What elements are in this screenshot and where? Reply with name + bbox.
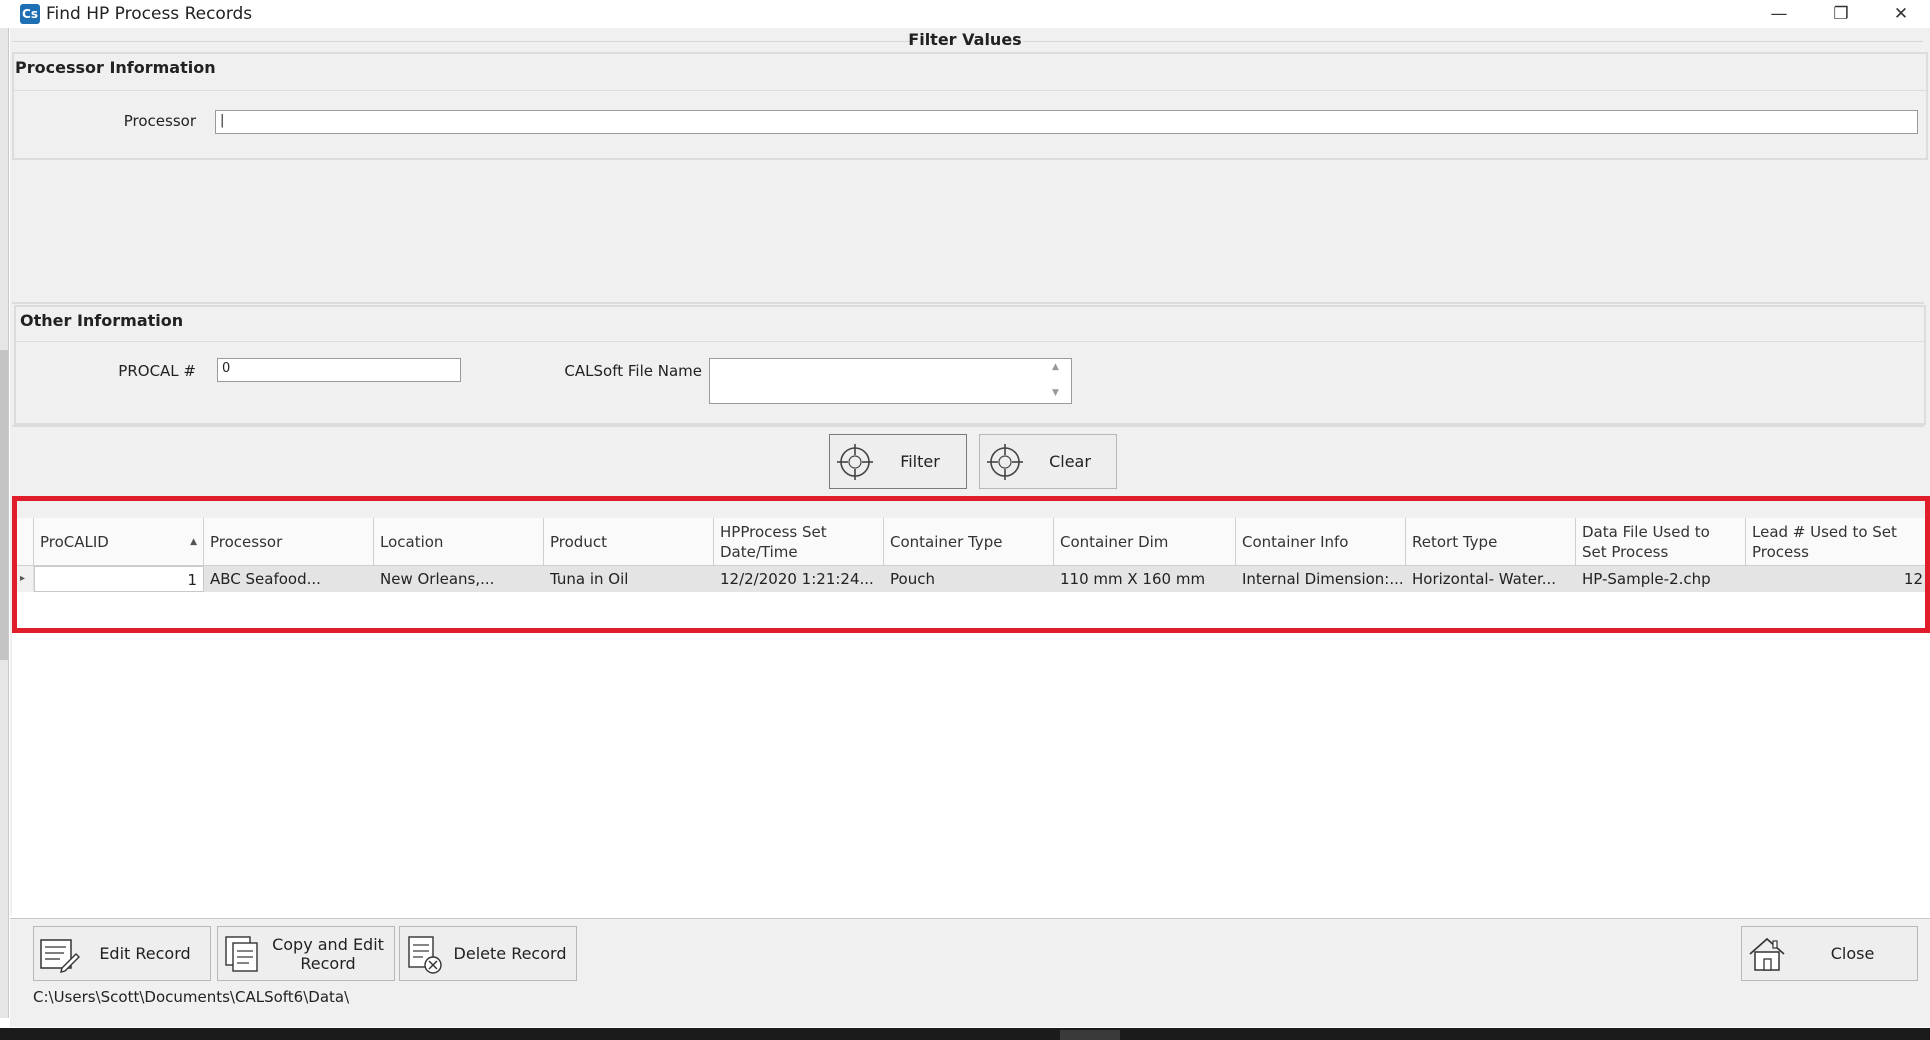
delete-document-icon xyxy=(408,935,442,974)
target-icon xyxy=(987,443,1023,480)
edit-record-button[interactable]: Edit Record xyxy=(33,926,211,981)
clear-button[interactable]: Clear xyxy=(979,434,1117,489)
other-info-title: Other Information xyxy=(20,311,184,330)
procal-label: PROCAL # xyxy=(118,362,196,380)
minimize-button[interactable]: — xyxy=(1752,0,1806,28)
taskbar-item[interactable] xyxy=(1060,1030,1120,1040)
copy-edit-record-button[interactable]: Copy and Edit Record xyxy=(217,926,395,981)
edit-record-label: Edit Record xyxy=(99,944,191,963)
close-button[interactable]: Close xyxy=(1741,926,1918,981)
left-scrollbar[interactable] xyxy=(0,350,8,660)
copy-document-icon xyxy=(225,935,258,972)
delete-record-label: Delete Record xyxy=(453,944,567,963)
processor-info-title: Processor Information xyxy=(15,58,216,77)
procal-input[interactable]: 0 xyxy=(217,358,461,382)
delete-record-button[interactable]: Delete Record xyxy=(399,926,577,981)
filter-button[interactable]: Filter xyxy=(829,434,967,489)
clear-button-label: Clear xyxy=(1049,452,1091,471)
edit-document-icon xyxy=(40,938,80,973)
app-icon: Cs xyxy=(20,4,40,24)
processor-info-group xyxy=(12,52,1928,160)
filter-button-label: Filter xyxy=(900,452,940,471)
close-window-button[interactable]: ✕ xyxy=(1874,0,1928,28)
empty-filter-area xyxy=(12,160,1924,304)
window-title: Find HP Process Records xyxy=(46,4,253,24)
scroll-down-arrow[interactable]: ▼ xyxy=(1052,388,1059,398)
copy-edit-record-label: Copy and Edit Record xyxy=(272,934,384,973)
calsoft-file-input[interactable] xyxy=(709,358,1072,404)
highlight-box xyxy=(12,496,1930,633)
close-button-label: Close xyxy=(1830,944,1875,963)
processor-input[interactable]: | xyxy=(215,110,1918,134)
processor-label: Processor xyxy=(123,112,196,130)
filter-values-legend: Filter Values xyxy=(908,30,1022,49)
group-divider xyxy=(16,341,1924,342)
data-path-text: C:\Users\Scott\Documents\CALSoft6\Data\ xyxy=(33,988,350,1006)
target-icon xyxy=(837,443,873,480)
restore-button[interactable]: ❐ xyxy=(1814,0,1868,28)
home-icon xyxy=(1749,937,1785,971)
group-divider xyxy=(14,90,1926,91)
taskbar xyxy=(0,1028,1930,1040)
scroll-up-arrow[interactable]: ▲ xyxy=(1052,362,1059,372)
calsoft-file-label: CALSoft File Name xyxy=(564,362,702,380)
title-bar: Cs Find HP Process Records — ❐ ✕ xyxy=(0,0,1930,28)
separator xyxy=(12,425,1924,427)
